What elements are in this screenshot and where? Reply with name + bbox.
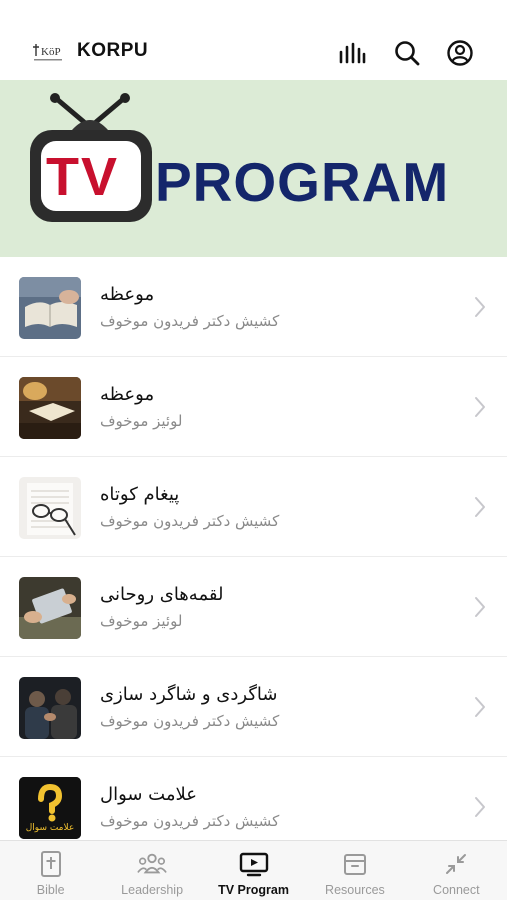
program-list: موعظه کشیش دکتر فریدون موخوف موعظه لوئیز…: [0, 257, 507, 840]
tab-label: Leadership: [121, 883, 184, 897]
list-item[interactable]: لقمه‌های روحانی لوئیز موخوف: [0, 557, 507, 657]
item-subtitle: کشیش دکتر فریدون موخوف: [100, 312, 280, 330]
item-subtitle: کشیش دکتر فریدون موخوف: [100, 812, 280, 830]
bible-icon: [36, 850, 66, 878]
book-reading-image: [19, 277, 81, 339]
chevron-right-icon: [475, 397, 485, 417]
equalizer-icon[interactable]: [337, 38, 367, 68]
app-header: KöP KORPU: [0, 0, 507, 80]
banner-program-text: PROGRAM: [155, 151, 450, 213]
search-icon[interactable]: [392, 38, 422, 68]
tab-label: Bible: [36, 883, 65, 897]
tv-program-banner: TV PROGRAM: [0, 80, 507, 257]
svg-text:KöP: KöP: [41, 46, 61, 58]
tab-label: Connect: [433, 883, 480, 897]
item-title: پیغام کوتاه: [100, 484, 180, 505]
item-title: علامت سوال: [100, 784, 197, 805]
brand-title: KORPU: [77, 40, 149, 61]
item-subtitle: لوئیز موخوف: [100, 412, 183, 430]
chevron-right-icon: [475, 697, 485, 717]
connect-icon: [441, 850, 471, 878]
chevron-right-icon: [475, 597, 485, 617]
tv-icon: [239, 850, 269, 878]
list-item[interactable]: شاگردی و شاگرد سازی کشیش دکتر فریدون موخ…: [0, 657, 507, 757]
account-icon[interactable]: [445, 38, 475, 68]
item-title: شاگردی و شاگرد سازی: [100, 684, 278, 705]
list-item[interactable]: موعظه لوئیز موخوف: [0, 357, 507, 457]
chevron-right-icon: [475, 497, 485, 517]
tab-label: TV Program: [218, 883, 289, 897]
list-item[interactable]: علامت سوال علامت سوال کشیش دکتر فریدون م…: [0, 757, 507, 840]
tab-bible[interactable]: Bible: [0, 841, 101, 900]
item-title: لقمه‌های روحانی: [100, 584, 224, 605]
item-subtitle: کشیش دکتر فریدون موخوف: [100, 512, 280, 530]
chevron-right-icon: [475, 797, 485, 817]
list-item[interactable]: پیغام کوتاه کشیش دکتر فریدون موخوف: [0, 457, 507, 557]
group-prayer-image: [19, 677, 81, 739]
tab-bar: Bible Leadership TV Program Resources Co…: [0, 840, 507, 900]
item-title: موعظه: [100, 384, 155, 405]
list-item[interactable]: موعظه کشیش دکتر فریدون موخوف: [0, 257, 507, 357]
chevron-right-icon: [475, 297, 485, 317]
tab-connect[interactable]: Connect: [406, 841, 507, 900]
item-subtitle: کشیش دکتر فریدون موخوف: [100, 712, 280, 730]
logo-icon[interactable]: KöP: [30, 40, 66, 64]
glasses-on-book-image: [19, 477, 81, 539]
leadership-icon: [137, 850, 167, 878]
thumb-text: علامت سوال: [25, 823, 75, 833]
banner-tv-text: TV: [46, 147, 120, 207]
hands-holding-tablet-image: [19, 577, 81, 639]
question-mark-logo-image: علامت سوال: [19, 777, 81, 839]
tab-label: Resources: [325, 883, 385, 897]
tab-tv-program[interactable]: TV Program: [203, 841, 304, 900]
resources-icon: [340, 850, 370, 878]
bible-study-image: [19, 377, 81, 439]
item-subtitle: لوئیز موخوف: [100, 612, 183, 630]
tab-resources[interactable]: Resources: [304, 841, 405, 900]
item-title: موعظه: [100, 284, 155, 305]
tab-leadership[interactable]: Leadership: [101, 841, 202, 900]
